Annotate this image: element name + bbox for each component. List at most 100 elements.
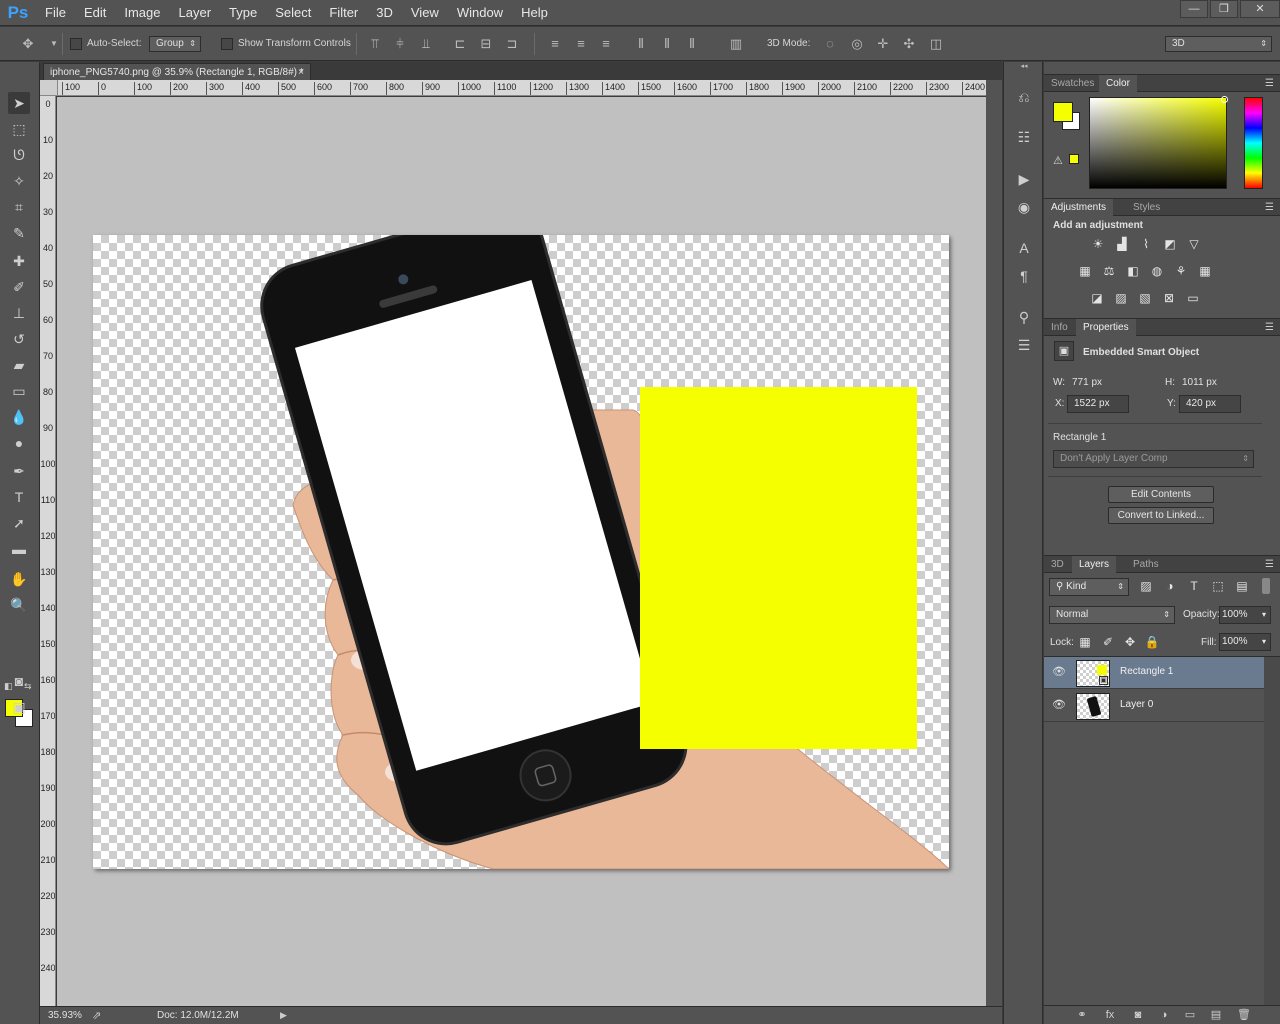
layer-thumbnail[interactable]: ▣ xyxy=(1076,660,1110,687)
tab-color[interactable]: Color xyxy=(1099,75,1137,92)
type-tool-icon[interactable]: T xyxy=(8,486,30,508)
panel-menu-icon[interactable]: ☰ xyxy=(1265,556,1274,573)
align-hcenter-icon[interactable]: ⊟ xyxy=(478,36,494,52)
distribute-bottom-icon[interactable]: ≡ xyxy=(598,36,614,52)
dodge-tool-icon[interactable]: ● xyxy=(8,432,30,454)
tab-adjustments[interactable]: Adjustments xyxy=(1044,199,1114,216)
document-canvas[interactable] xyxy=(93,235,949,869)
panel-menu-icon[interactable]: ☰ xyxy=(1265,75,1274,92)
align-top-icon[interactable]: ⫪ xyxy=(367,36,383,52)
auto-align-layers-icon[interactable]: ▥ xyxy=(728,36,744,52)
lock-transparent-icon[interactable]: ▦ xyxy=(1077,634,1093,650)
tab-styles[interactable]: Styles xyxy=(1126,199,1167,216)
vibrance-icon[interactable]: ▽ xyxy=(1186,236,1202,252)
layers-scrollbar[interactable] xyxy=(1264,657,1280,1005)
brightness-contrast-icon[interactable]: ☀ xyxy=(1090,236,1106,252)
menu-select[interactable]: Select xyxy=(266,0,320,26)
workspace-dropdown[interactable]: 3D ⇕ xyxy=(1165,36,1272,52)
magic-wand-tool-icon[interactable]: ✧ xyxy=(8,170,30,192)
filter-shape-icon[interactable]: ⬚ xyxy=(1210,578,1226,594)
x-position-input[interactable]: 1522 px xyxy=(1067,395,1129,413)
link-layers-icon[interactable]: ⚭ xyxy=(1074,1008,1090,1022)
screen-mode-icon[interactable]: ▣ xyxy=(8,696,30,718)
paragraph-panel-icon[interactable]: ¶ xyxy=(1014,266,1034,286)
collapse-arrows-icon[interactable]: ◂◂ xyxy=(1004,62,1044,72)
distribute-vcenter-icon[interactable]: ≡ xyxy=(573,36,589,52)
menu-filter[interactable]: Filter xyxy=(320,0,367,26)
threshold-icon[interactable]: ▧ xyxy=(1137,290,1153,306)
edit-contents-button[interactable]: Edit Contents xyxy=(1108,486,1214,503)
visibility-eye-icon[interactable]: 👁 xyxy=(1052,698,1066,712)
history-brush-tool-icon[interactable]: ↺ xyxy=(8,328,30,350)
3d-scale-icon[interactable]: ◫ xyxy=(928,36,944,52)
filter-smart-object-icon[interactable]: ▤ xyxy=(1234,578,1250,594)
tab-properties[interactable]: Properties xyxy=(1076,319,1136,336)
align-vcenter-icon[interactable]: ⫩ xyxy=(392,36,408,52)
color-lookup-icon[interactable]: ▦ xyxy=(1197,263,1213,279)
vertical-ruler[interactable]: 0 10 20 30 40 50 60 70 80 90 100 110 120 130 140 150 160… xyxy=(40,96,56,1006)
new-group-icon[interactable]: ▭ xyxy=(1182,1008,1198,1022)
align-left-icon[interactable]: ⊏ xyxy=(452,36,468,52)
color-fg-swatch[interactable] xyxy=(1053,102,1073,122)
crop-tool-icon[interactable]: ⌗ xyxy=(8,196,30,218)
blend-mode-dropdown[interactable]: Normal ⇕ xyxy=(1049,606,1175,624)
minimize-button[interactable]: — xyxy=(1180,0,1208,18)
close-window-button[interactable]: ✕ xyxy=(1240,0,1280,18)
black-white-icon[interactable]: ◧ xyxy=(1125,263,1141,279)
auto-select-checkbox[interactable] xyxy=(70,38,82,50)
tab-paths[interactable]: Paths xyxy=(1126,556,1166,573)
distribute-left-icon[interactable]: ⦀ xyxy=(633,36,649,52)
layer-thumbnail[interactable] xyxy=(1076,693,1110,720)
selective-color-icon[interactable]: ⊠ xyxy=(1161,290,1177,306)
panel-menu-icon[interactable]: ☰ xyxy=(1265,199,1274,216)
lock-image-icon[interactable]: ✐ xyxy=(1100,634,1116,650)
layer-row-rectangle-1[interactable]: 👁 ▣ Rectangle 1 xyxy=(1044,657,1264,689)
document-tab[interactable]: iphone_PNG5740.png @ 35.9% (Rectangle 1,… xyxy=(43,63,311,80)
curves-icon[interactable]: ⌇ xyxy=(1138,236,1154,252)
blur-tool-icon[interactable]: 💧 xyxy=(8,406,30,428)
levels-icon[interactable]: ▟ xyxy=(1114,236,1130,252)
hand-tool-icon[interactable]: ✋ xyxy=(8,568,30,590)
tool-presets-icon[interactable]: ☷ xyxy=(1014,127,1034,147)
color-field[interactable] xyxy=(1089,97,1227,189)
layer-name[interactable]: Layer 0 xyxy=(1120,699,1153,710)
character-panel-icon[interactable]: A xyxy=(1014,238,1034,258)
move-tool-icon[interactable]: ➤ xyxy=(8,92,30,114)
chevron-down-icon[interactable]: ▾ xyxy=(1262,607,1266,623)
pen-tool-icon[interactable]: ✒ xyxy=(8,460,30,482)
brush-panel-icon[interactable]: ☰ xyxy=(1014,335,1034,355)
photo-filter-icon[interactable]: ◍ xyxy=(1149,263,1165,279)
layer-style-fx-icon[interactable]: fx xyxy=(1102,1008,1118,1022)
actions-panel-icon[interactable]: ▶ xyxy=(1014,169,1034,189)
y-position-input[interactable]: 420 px xyxy=(1179,395,1241,413)
delete-layer-icon[interactable]: 🗑 xyxy=(1236,1008,1252,1022)
share-icon[interactable]: ⇗ xyxy=(92,1009,101,1022)
filter-toggle[interactable] xyxy=(1262,578,1270,594)
panel-menu-icon[interactable]: ☰ xyxy=(1265,319,1274,336)
restore-button[interactable]: ❐ xyxy=(1210,0,1238,18)
exposure-icon[interactable]: ◩ xyxy=(1162,236,1178,252)
layer-name[interactable]: Rectangle 1 xyxy=(1120,666,1173,677)
3d-orbit-icon[interactable]: ◌ xyxy=(822,36,838,52)
tab-swatches[interactable]: Swatches xyxy=(1044,75,1101,92)
align-right-icon[interactable]: ⊐ xyxy=(504,36,520,52)
lock-position-icon[interactable]: ✥ xyxy=(1122,634,1138,650)
filter-pixel-icon[interactable]: ▨ xyxy=(1138,578,1154,594)
chevron-down-icon[interactable]: ▾ xyxy=(1262,634,1266,650)
menu-layer[interactable]: Layer xyxy=(170,0,221,26)
hue-saturation-icon[interactable]: ▦ xyxy=(1077,263,1093,279)
move-tool-preset-icon[interactable]: ✥ xyxy=(20,36,36,52)
3d-slide-icon[interactable]: ✣ xyxy=(901,36,917,52)
auto-select-dropdown[interactable]: Group ⇕ xyxy=(149,36,201,52)
eraser-tool-icon[interactable]: ▰ xyxy=(8,354,30,376)
new-layer-icon[interactable]: ▤ xyxy=(1208,1008,1224,1022)
clone-stamp-tool-icon[interactable]: ⊥ xyxy=(8,302,30,324)
brush-tool-icon[interactable]: ✐ xyxy=(8,276,30,298)
channels-panel-icon[interactable]: ◉ xyxy=(1014,197,1034,217)
chevron-down-icon[interactable]: ▼ xyxy=(46,36,62,52)
distribute-right-icon[interactable]: ⦀ xyxy=(684,36,700,52)
status-menu-arrow-icon[interactable]: ▶ xyxy=(280,1010,287,1021)
history-panel-icon[interactable]: ⎌ xyxy=(1014,87,1034,107)
hue-slider[interactable] xyxy=(1244,97,1263,189)
menu-window[interactable]: Window xyxy=(448,0,512,26)
